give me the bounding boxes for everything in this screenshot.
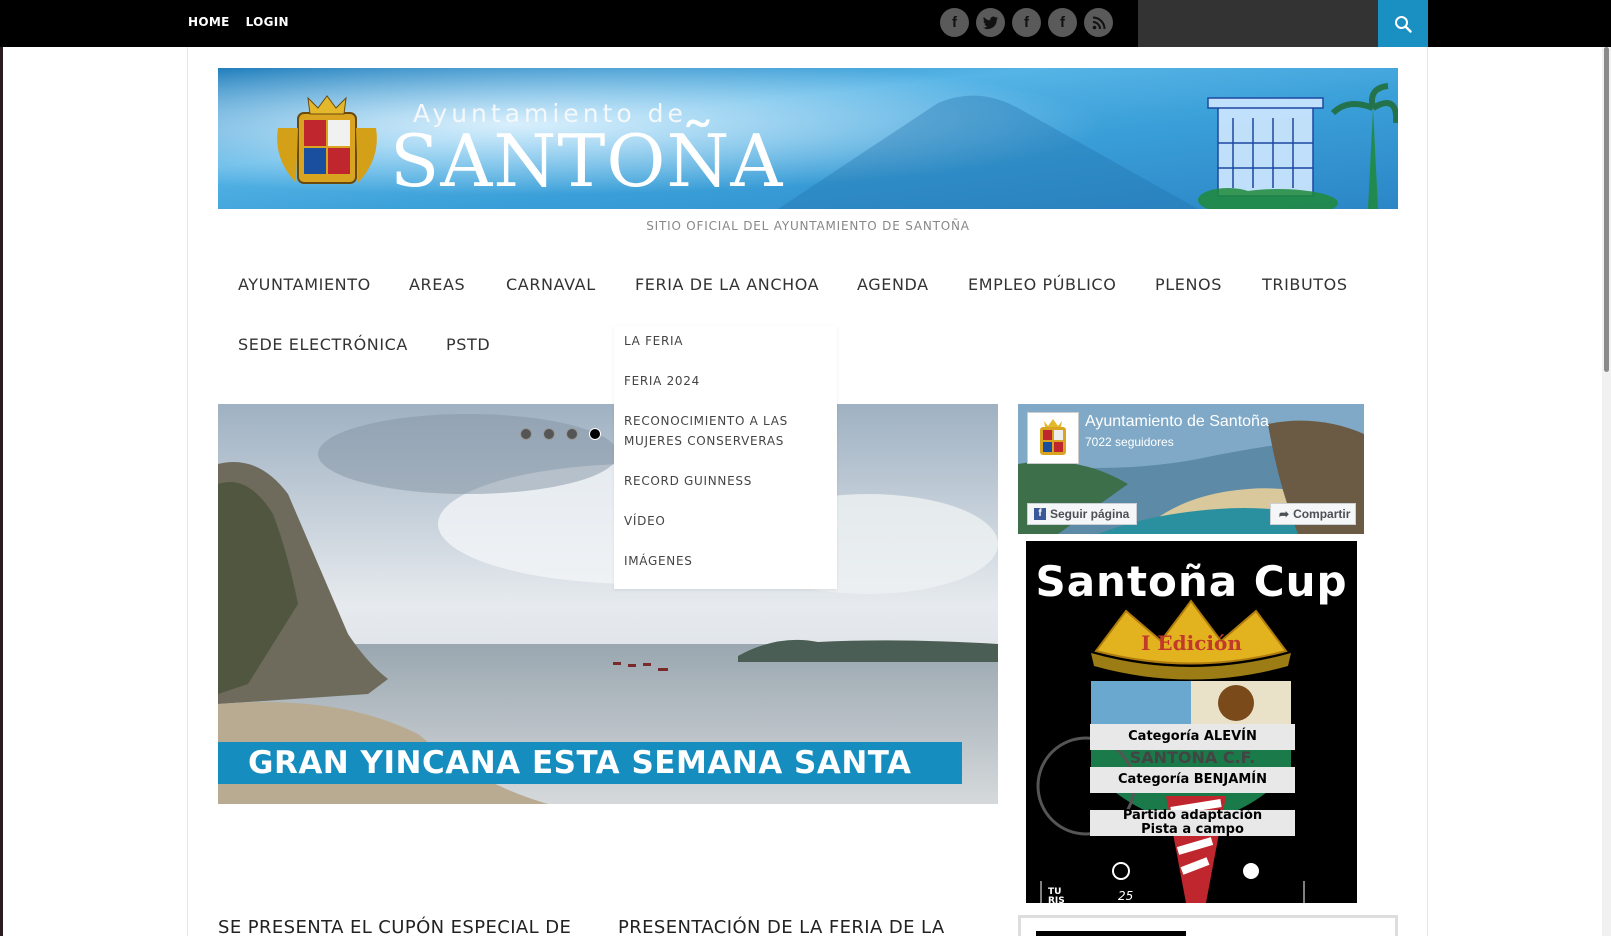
feria-dropdown-menu: LA FERIA FERIA 2024 RECONOCIMIENTO A LAS… — [614, 326, 837, 589]
slider-dot-active[interactable] — [589, 428, 601, 440]
slider-dot[interactable] — [520, 428, 532, 440]
site-banner[interactable]: Ayuntamiento de SANTOÑA — [218, 68, 1398, 209]
dropdown-item-imagenes[interactable]: IMÁGENES — [624, 551, 693, 571]
twitter-icon[interactable] — [976, 8, 1005, 37]
nav-item-ayuntamiento[interactable]: AYUNTAMIENTO — [238, 275, 371, 294]
nav-item-feria[interactable]: FERIA DE LA ANCHOA — [635, 275, 819, 294]
facebook-followers: 7022 seguidores — [1085, 435, 1174, 449]
slider-dot[interactable] — [566, 428, 578, 440]
dropdown-item-video[interactable]: VÍDEO — [624, 511, 666, 531]
top-nav: HOME LOGIN — [188, 15, 289, 29]
cup-title: Santoña Cup — [1035, 557, 1348, 606]
cup-adaptation-match: Partido adaptación Pista a campo — [1090, 809, 1295, 837]
nav-item-agenda[interactable]: AGENDA — [857, 275, 929, 294]
top-bar: HOME LOGIN f f f — [0, 0, 1611, 47]
post-title[interactable]: SE PRESENTA EL CUPÓN ESPECIAL DE — [218, 917, 571, 936]
dropdown-item-la-feria[interactable]: LA FERIA — [624, 331, 683, 351]
facebook-follow-button[interactable]: f Seguir página — [1027, 503, 1137, 525]
share-icon: ➦ — [1279, 507, 1290, 521]
nav-item-empleo[interactable]: EMPLEO PÚBLICO — [968, 275, 1116, 294]
facebook-share-button[interactable]: ➦ Compartir — [1270, 503, 1356, 525]
search-input[interactable] — [1138, 0, 1378, 47]
scrollbar-thumb[interactable] — [1604, 47, 1609, 372]
facebook-page-name[interactable]: Ayuntamiento de Santoña — [1085, 413, 1269, 431]
facebook-page-avatar[interactable] — [1027, 412, 1079, 464]
slider-caption[interactable]: GRAN YINCANA ESTA SEMANA SANTA — [218, 742, 962, 784]
slider-dots — [520, 428, 601, 440]
social-links: f f f — [940, 8, 1113, 37]
cup-corner-text: TU RIS — [1048, 887, 1065, 906]
nav-item-carnaval[interactable]: CARNAVAL — [506, 275, 596, 294]
nav-item-areas[interactable]: AREAS — [409, 275, 465, 294]
nav-login-link[interactable]: LOGIN — [246, 15, 289, 29]
slider-dot[interactable] — [543, 428, 555, 440]
search-button[interactable] — [1378, 0, 1428, 47]
nav-item-pstd[interactable]: PSTD — [446, 335, 490, 354]
cup-date: 25 — [1118, 889, 1134, 903]
facebook-icon[interactable]: f — [1012, 8, 1041, 37]
site-tagline: SITIO OFICIAL DEL AYUNTAMIENTO DE SANTOÑ… — [646, 219, 970, 233]
cup-category-alevin: Categoría ALEVÍN — [1090, 724, 1295, 750]
cup-edition: I Edición — [1141, 631, 1242, 655]
rss-icon[interactable] — [1084, 8, 1113, 37]
facebook-icon[interactable]: f — [1048, 8, 1077, 37]
facebook-icon: f — [1034, 508, 1046, 520]
cup-category-benjamin: Categoría BENJAMÍN — [1090, 767, 1295, 793]
nav-item-sede[interactable]: SEDE ELECTRÓNICA — [238, 335, 408, 354]
dropdown-item-record-guinness[interactable]: RECORD GUINNESS — [624, 471, 752, 491]
nav-item-plenos[interactable]: PLENOS — [1155, 275, 1222, 294]
cup-club-name: SANTOÑA C.F. — [1129, 748, 1256, 767]
dropdown-item-feria-2024[interactable]: FERIA 2024 — [624, 371, 700, 391]
sidebar-widget-content — [1036, 931, 1186, 936]
facebook-icon[interactable]: f — [940, 8, 969, 37]
dropdown-item-reconocimiento[interactable]: RECONOCIMIENTO A LAS MUJERES CONSERVERAS — [624, 411, 788, 451]
banner-line2: SANTOÑA — [390, 118, 783, 203]
search-icon — [1395, 15, 1412, 33]
nav-home-link[interactable]: HOME — [188, 15, 230, 29]
post-title[interactable]: PRESENTACIÓN DE LA FERIA DE LA — [618, 917, 945, 936]
nav-item-tributos[interactable]: TRIBUTOS — [1262, 275, 1348, 294]
